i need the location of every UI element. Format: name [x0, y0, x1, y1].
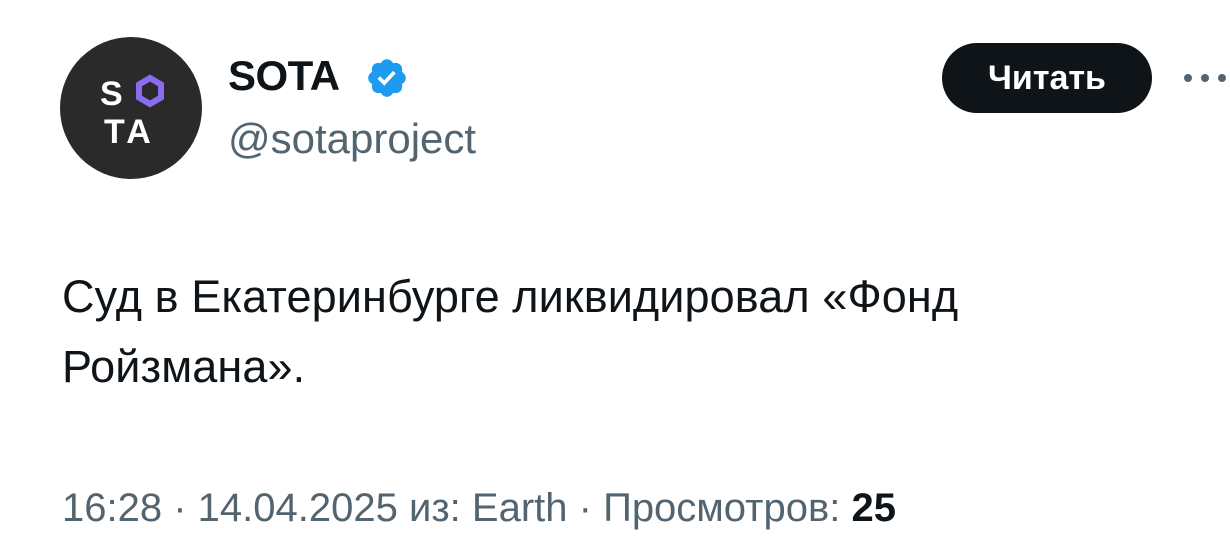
tweet-card: S TA SOTA @sotaproject Читать Суд в Екат… [0, 0, 1230, 551]
avatar-letters-ta: TA [104, 113, 155, 151]
source-prefix: из: [408, 486, 472, 530]
tweet-meta: 16:28 · 14.04.2025 из: Earth · Просмотро… [62, 479, 896, 537]
views-count[interactable]: 25 [851, 486, 896, 530]
avatar-letter-s: S [100, 75, 123, 113]
meta-separator-2: · [567, 486, 604, 530]
more-horizontal-icon[interactable] [1180, 66, 1230, 90]
tweet-text: Суд в Екатеринбурге ликвидировал «Фонд Р… [62, 271, 959, 392]
user-handle[interactable]: @sotaproject [228, 113, 476, 165]
verified-badge-icon [368, 59, 406, 97]
views-label: Просмотров: [603, 486, 852, 530]
follow-button[interactable]: Читать [942, 43, 1152, 113]
avatar-hexagon-o [136, 74, 164, 108]
tweet-time[interactable]: 16:28 [62, 486, 162, 530]
tweet-source: Earth [471, 486, 568, 530]
tweet-date[interactable]: 14.04.2025 [198, 486, 398, 530]
display-name[interactable]: SOTA [228, 50, 340, 102]
sota-logo-icon: S TA [100, 74, 164, 151]
avatar[interactable]: S TA [60, 37, 202, 179]
meta-separator: · [162, 486, 198, 530]
